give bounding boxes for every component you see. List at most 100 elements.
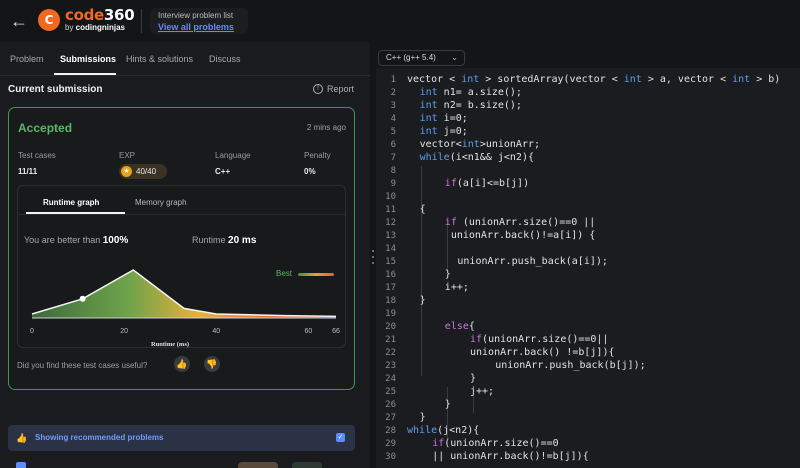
code-line[interactable]: 4 int i=0;	[376, 113, 800, 126]
submission-time: 2 mins ago	[306, 123, 346, 132]
logo-sub-brand: codingninjas	[75, 23, 126, 32]
graph-tab-divider	[18, 214, 345, 215]
line-number: 19	[385, 309, 396, 319]
code-line[interactable]: 3 int n2= b.size();	[376, 100, 800, 113]
thumbs-up-icon[interactable]: 👍	[174, 356, 190, 372]
chevron-down-icon: ⌄	[451, 53, 458, 62]
code-line[interactable]: 27}	[376, 412, 800, 425]
code-line[interactable]: 21 if(unionArr.size()==0||	[376, 334, 800, 347]
code-line[interactable]: 9 if(a[i]<=b[j])	[376, 178, 800, 191]
bottom-button-right[interactable]	[292, 462, 322, 468]
code-line[interactable]: 15 unionArr.push_back(a[i]);	[376, 256, 800, 269]
x-tick-label: 20	[120, 328, 128, 335]
code-line[interactable]: 25 j++;	[376, 386, 800, 399]
code-line[interactable]: 13 unionArr.back()!=a[i]) {	[376, 230, 800, 243]
code-line[interactable]: 8	[376, 165, 800, 178]
top-bar: ← C code360 by codingninjas Interview pr…	[0, 0, 800, 42]
code-line[interactable]: 7 while(i<n1&& j<n2){	[376, 152, 800, 165]
line-number: 9	[390, 179, 396, 189]
code-text: if(a[i]<=b[j])	[444, 178, 530, 189]
code-line[interactable]: 17 i++;	[376, 282, 800, 295]
line-number: 11	[385, 205, 396, 215]
your-runtime-marker	[79, 295, 86, 302]
code-line[interactable]: 28 while(j<n2){	[376, 425, 800, 438]
code-line[interactable]: 6 vector<int>unionArr;	[376, 139, 800, 152]
line-number: 23	[385, 361, 396, 371]
bottom-checkbox[interactable]	[16, 462, 26, 468]
back-arrow-icon[interactable]: ←	[10, 11, 30, 31]
line-number: 21	[385, 335, 396, 345]
code-line[interactable]: 19	[376, 308, 800, 321]
checkbox-checked-icon[interactable]: ✓	[336, 433, 345, 442]
logo-mark-icon: C	[38, 9, 60, 31]
line-number: 28	[385, 426, 396, 436]
code-text: while(j<n2){	[407, 425, 480, 436]
code-text: if (unionArr.size()==0 ||	[444, 217, 596, 228]
code-line[interactable]: 2 int n1= a.size();	[376, 87, 800, 100]
logo-sub-prefix: by	[65, 23, 76, 32]
code-text: j++;	[470, 386, 495, 397]
line-number: 26	[385, 400, 396, 410]
line-number: 24	[385, 374, 396, 384]
code-text: unionArr.back() !=b[j]){	[470, 347, 615, 358]
code-line[interactable]: 11 {	[376, 204, 800, 217]
line-number: 15	[385, 257, 396, 267]
code-text: }	[470, 373, 477, 384]
thumbs-down-icon[interactable]: 👎	[204, 356, 220, 372]
x-axis-label: Runtime (ms)	[151, 341, 189, 348]
code-line[interactable]: 26}	[376, 399, 800, 412]
code-line[interactable]: 18}	[376, 295, 800, 308]
code-text: || unionArr.back()!=b[j]){	[432, 451, 589, 462]
code-line[interactable]: 23 unionArr.push_back(b[j]);	[376, 360, 800, 373]
better-than-value: 100%	[102, 235, 129, 246]
language-label: Language	[215, 151, 251, 160]
code-text: else{	[444, 321, 475, 332]
code-line[interactable]: 20 else{	[376, 321, 800, 334]
submission-panel: Problem Submissions Hints & solutions Di…	[0, 42, 370, 468]
line-number: 7	[390, 153, 396, 163]
test-cases-value: 11/11	[18, 167, 38, 176]
tab-runtime-graph[interactable]: Runtime graph	[43, 198, 99, 207]
line-number: 25	[385, 387, 396, 397]
breadcrumb: Interview problem list View all problems	[150, 8, 248, 34]
code-line[interactable]: 14	[376, 243, 800, 256]
active-tab-indicator	[54, 73, 116, 75]
view-all-problems-link[interactable]: View all problems	[158, 22, 240, 32]
code360-logo[interactable]: C code360 by codingninjas	[38, 8, 135, 32]
code-text: }	[444, 399, 451, 410]
code-line[interactable]: 30 || unionArr.back()!=b[j]){	[376, 451, 800, 464]
code-line[interactable]: 1 vector < int > sortedArray(vector < int…	[376, 74, 800, 87]
line-number: 5	[390, 127, 396, 137]
code-editor[interactable]: C++ (g++ 5.4) ⌄ 1 vector < int > sortedArr…	[376, 42, 800, 468]
x-tick-label: 60	[304, 328, 312, 335]
tab-memory-graph[interactable]: Memory graph	[135, 198, 187, 207]
tab-hints-solutions[interactable]: Hints & solutions	[126, 54, 193, 64]
line-number: 13	[385, 231, 396, 241]
grip-dot	[372, 250, 374, 252]
line-number: 20	[385, 322, 396, 332]
recommended-problems-toggle[interactable]: 👍 Showing recommended problems ✓	[8, 425, 355, 451]
language-select[interactable]: C++ (g++ 5.4) ⌄	[378, 50, 465, 66]
code-line[interactable]: 29 if(unionArr.size()==0	[376, 438, 800, 451]
code-line[interactable]: 10	[376, 191, 800, 204]
line-number: 8	[390, 166, 396, 176]
report-button[interactable]: ! Report	[313, 84, 354, 94]
bottom-button-left[interactable]	[238, 462, 278, 468]
code-line[interactable]: 24}	[376, 373, 800, 386]
code-text: i++;	[444, 282, 469, 293]
tab-submissions[interactable]: Submissions	[60, 54, 116, 64]
code-line[interactable]: 16}	[376, 269, 800, 282]
x-tick-label: 0	[30, 328, 34, 335]
code-text: }	[419, 412, 426, 423]
code-line[interactable]: 22 unionArr.back() !=b[j]){	[376, 347, 800, 360]
code-area[interactable]: 1 vector < int > sortedArray(vector < int…	[376, 74, 800, 468]
line-number: 2	[390, 88, 396, 98]
tab-problem[interactable]: Problem	[10, 54, 44, 64]
code-line[interactable]: 5 int j=0;	[376, 126, 800, 139]
tab-discuss[interactable]: Discuss	[209, 54, 241, 64]
code-text: while(i<n1&& j<n2){	[419, 152, 534, 163]
code-text: }	[419, 295, 426, 306]
code-line[interactable]: 12 if (unionArr.size()==0 ||	[376, 217, 800, 230]
useful-question: Did you find these test cases useful?	[17, 361, 148, 370]
line-number: 12	[385, 218, 396, 228]
